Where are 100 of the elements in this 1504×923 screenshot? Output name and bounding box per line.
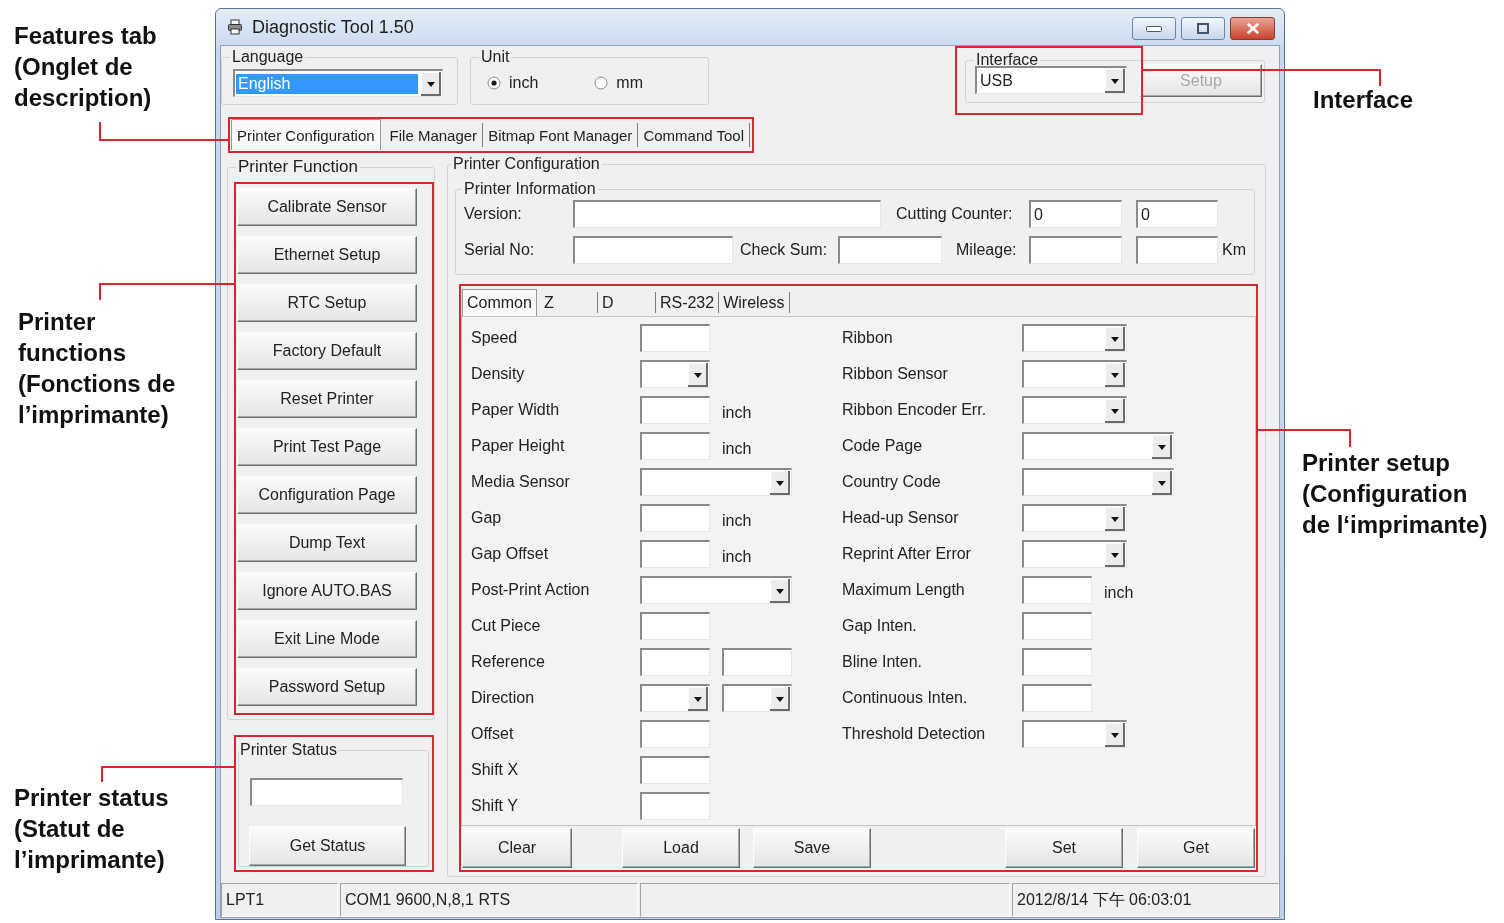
text-field[interactable] bbox=[640, 792, 710, 820]
text-field[interactable] bbox=[640, 504, 710, 532]
text-field[interactable] bbox=[1136, 236, 1218, 264]
text-field[interactable] bbox=[838, 236, 942, 264]
close-button[interactable] bbox=[1230, 17, 1275, 40]
text-field[interactable] bbox=[640, 756, 710, 784]
function-button[interactable]: Dump Text bbox=[237, 524, 417, 562]
radio-option[interactable]: mm bbox=[594, 74, 643, 92]
function-button[interactable]: Configuration Page bbox=[237, 476, 417, 514]
dropdown[interactable] bbox=[1022, 468, 1174, 496]
action-button[interactable]: Get bbox=[1137, 828, 1255, 868]
text-field[interactable]: 0 bbox=[1136, 200, 1218, 228]
function-button[interactable]: Ethernet Setup bbox=[237, 236, 417, 274]
caret-icon bbox=[1105, 68, 1125, 93]
interface-dropdown[interactable]: USB bbox=[975, 66, 1127, 94]
group-label: Interface bbox=[975, 51, 1040, 69]
dropdown[interactable] bbox=[1022, 432, 1174, 460]
action-button[interactable]: Set bbox=[1005, 828, 1123, 868]
function-button[interactable]: Calibrate Sensor bbox=[237, 188, 417, 226]
function-button[interactable]: Factory Default bbox=[237, 332, 417, 370]
tab[interactable]: Z bbox=[539, 292, 598, 313]
unit-label: inch bbox=[722, 440, 752, 458]
tab[interactable]: Bitmap Font Manager bbox=[483, 123, 639, 147]
tab[interactable]: Wireless bbox=[719, 292, 790, 313]
callout-label: Printer status (Statut de l’imprimante) bbox=[14, 783, 169, 875]
function-button[interactable]: Ignore AUTO.BAS bbox=[237, 572, 417, 610]
field-label: Threshold Detection bbox=[842, 725, 987, 743]
action-button[interactable]: Save bbox=[753, 828, 871, 868]
callout-label: Interface bbox=[1313, 85, 1414, 115]
tab[interactable]: RS-232 bbox=[655, 292, 720, 313]
dropdown[interactable] bbox=[1022, 324, 1127, 352]
function-button[interactable]: Print Test Page bbox=[237, 428, 417, 466]
caret-icon bbox=[688, 686, 708, 711]
field-label: Shift X bbox=[471, 761, 520, 779]
text-field[interactable] bbox=[1022, 576, 1092, 604]
function-button[interactable]: Password Setup bbox=[237, 668, 417, 706]
unit-label: Km bbox=[1222, 241, 1246, 259]
caret-icon bbox=[1105, 398, 1125, 423]
group-label: Printer Function bbox=[237, 157, 359, 177]
group-label: Printer Status bbox=[239, 741, 338, 759]
text-field[interactable] bbox=[640, 720, 710, 748]
field-label: Gap Offset bbox=[471, 545, 550, 563]
caret-icon bbox=[421, 71, 441, 96]
tab[interactable]: Printer Configuration bbox=[231, 119, 381, 150]
field-label: Serial No: bbox=[464, 241, 536, 259]
unit-label: inch bbox=[722, 512, 752, 530]
action-button[interactable]: Clear bbox=[462, 828, 572, 868]
callout-label: Printer setup (Configuration de l‘imprimante) bbox=[1302, 448, 1488, 540]
text-field[interactable] bbox=[573, 236, 733, 264]
caret-icon bbox=[688, 362, 708, 387]
dropdown[interactable] bbox=[1022, 720, 1127, 748]
text-field[interactable] bbox=[1022, 612, 1092, 640]
get-status-button[interactable]: Get Status bbox=[249, 826, 406, 866]
text-field[interactable] bbox=[640, 432, 710, 460]
status-panel: COM1 9600,N,8,1 RTS bbox=[340, 883, 638, 917]
caret-icon bbox=[1105, 326, 1125, 351]
minimize-button[interactable] bbox=[1132, 17, 1176, 40]
dropdown[interactable] bbox=[1022, 504, 1127, 532]
dropdown[interactable] bbox=[640, 360, 710, 388]
dropdown[interactable] bbox=[640, 684, 710, 712]
maximize-button[interactable] bbox=[1181, 17, 1225, 40]
field-label: Shift Y bbox=[471, 797, 519, 815]
text-field[interactable] bbox=[722, 648, 792, 676]
tab[interactable]: Command Tool bbox=[638, 123, 750, 147]
function-button[interactable]: RTC Setup bbox=[237, 284, 417, 322]
maximize-icon bbox=[1197, 23, 1209, 34]
dropdown[interactable] bbox=[640, 576, 792, 604]
text-field[interactable] bbox=[1029, 236, 1122, 264]
text-field[interactable] bbox=[640, 396, 710, 424]
field-label: Code Page bbox=[842, 437, 924, 455]
text-field[interactable] bbox=[1022, 648, 1092, 676]
text-field[interactable] bbox=[640, 540, 710, 568]
action-button[interactable]: Load bbox=[622, 828, 740, 868]
text-field[interactable] bbox=[640, 648, 710, 676]
dropdown[interactable] bbox=[1022, 540, 1127, 568]
field-label: Paper Height bbox=[471, 437, 566, 455]
caret-icon bbox=[770, 578, 790, 603]
window-title: Diagnostic Tool 1.50 bbox=[252, 16, 414, 38]
printer-icon bbox=[227, 19, 243, 35]
tab[interactable]: File Manager bbox=[384, 123, 484, 147]
text-field[interactable] bbox=[1022, 684, 1092, 712]
text-field[interactable] bbox=[573, 200, 881, 228]
tab[interactable]: D bbox=[597, 292, 656, 313]
dropdown[interactable] bbox=[640, 468, 792, 496]
text-field[interactable] bbox=[640, 324, 710, 352]
dropdown[interactable] bbox=[1022, 396, 1127, 424]
caret-icon bbox=[1105, 506, 1125, 531]
tab[interactable]: Common bbox=[462, 289, 537, 316]
text-field[interactable]: 0 bbox=[1029, 200, 1122, 228]
function-button[interactable]: Exit Line Mode bbox=[237, 620, 417, 658]
caret-icon bbox=[770, 470, 790, 495]
radio-option[interactable]: inch bbox=[487, 74, 539, 92]
function-button[interactable]: Reset Printer bbox=[237, 380, 417, 418]
dropdown[interactable] bbox=[722, 684, 792, 712]
text-field[interactable] bbox=[640, 612, 710, 640]
status-field[interactable] bbox=[250, 778, 403, 806]
callout-label: Printer functions (Fonctions de l’imprimante) bbox=[18, 307, 176, 430]
field-label: Offset bbox=[471, 725, 515, 743]
caret-icon bbox=[1152, 434, 1172, 459]
dropdown[interactable] bbox=[1022, 360, 1127, 388]
